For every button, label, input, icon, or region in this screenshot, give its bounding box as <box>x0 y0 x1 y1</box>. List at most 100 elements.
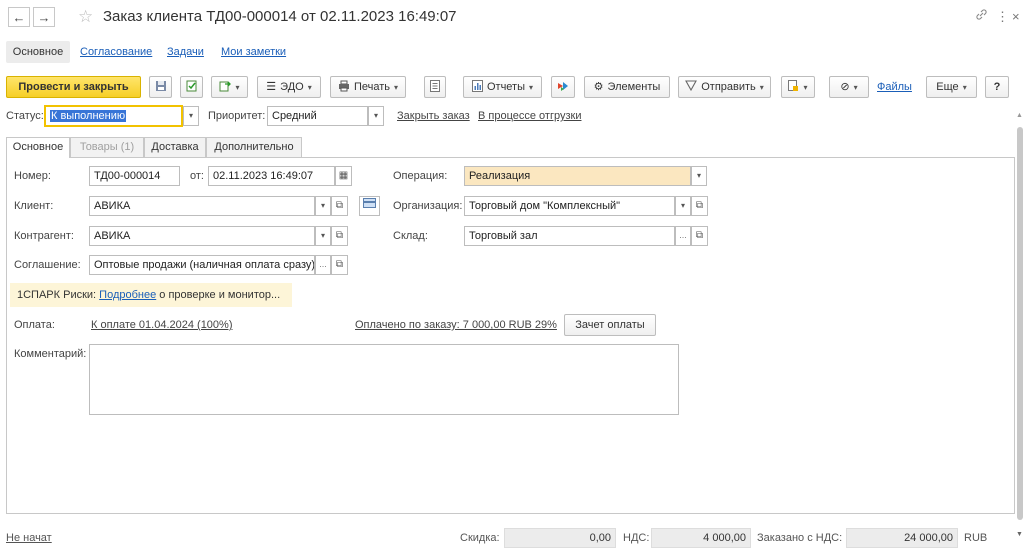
tab-goods[interactable]: Товары (1) <box>70 137 144 157</box>
warehouse-label: Склад: <box>393 230 428 242</box>
print-button[interactable]: Печать ▾ <box>330 76 406 98</box>
elements-button[interactable]: ⚙ Элементы <box>584 76 670 98</box>
section-notes[interactable]: Мои заметки <box>221 41 286 63</box>
scroll-up-arrow-icon[interactable]: ▲ <box>1016 112 1023 119</box>
status-not-started-link[interactable]: Не начат <box>6 529 52 547</box>
scrollbar-thumb[interactable] <box>1017 127 1023 520</box>
scroll-down-arrow-icon[interactable]: ▼ <box>1016 531 1023 538</box>
link-icon[interactable] <box>975 7 988 27</box>
agreement-select-button[interactable]: … <box>315 255 331 275</box>
payment-label: Оплата: <box>14 319 55 331</box>
chevron-down-icon: ▾ <box>759 82 764 92</box>
reports-button[interactable]: Отчеты ▾ <box>463 76 542 98</box>
printer-icon <box>338 80 350 95</box>
post-button[interactable] <box>180 76 203 98</box>
client-dropdown-button[interactable]: ▾ <box>315 196 331 216</box>
organization-open-button[interactable]: ⧉ <box>691 196 708 216</box>
client-field[interactable]: АВИКА <box>89 196 315 216</box>
operation-select[interactable]: Реализация <box>464 166 691 186</box>
comment-textarea[interactable] <box>89 344 679 415</box>
edo-icon: ☰ <box>266 80 277 93</box>
comment-label: Комментарий: <box>14 348 87 360</box>
client-open-button[interactable]: ⧉ <box>331 196 348 216</box>
card-icon <box>363 198 376 211</box>
operation-dropdown-button[interactable]: ▾ <box>691 166 707 186</box>
favorite-star-icon[interactable]: ☆ <box>78 7 93 27</box>
date-label: от: <box>190 170 204 182</box>
gear-icon: ⚙ <box>593 80 604 93</box>
payment-schedule-link[interactable]: К оплате 01.04.2024 (100%) <box>91 315 233 335</box>
warehouse-open-button[interactable]: ⧉ <box>691 226 708 246</box>
arrow-left-icon: ← <box>12 9 26 25</box>
counterparty-label: Контрагент: <box>14 230 74 242</box>
date-field[interactable]: 02.11.2023 16:49:07 <box>208 166 335 186</box>
more-icon[interactable]: ⋮ <box>996 7 1009 27</box>
flow-button[interactable] <box>551 76 575 98</box>
agreement-open-button[interactable]: ⧉ <box>331 255 348 275</box>
priority-select[interactable]: Средний <box>267 106 368 126</box>
counterparty-dropdown-button[interactable]: ▾ <box>315 226 331 246</box>
section-tasks[interactable]: Задачи <box>167 41 204 63</box>
more-button[interactable]: Еще ▾ <box>926 76 977 98</box>
organization-dropdown-button[interactable]: ▾ <box>675 196 691 216</box>
ordered-with-vat-label: Заказано с НДС: <box>757 532 843 544</box>
document-structure-button[interactable] <box>424 76 446 98</box>
ordered-with-vat-value: 24 000,00 <box>846 528 958 548</box>
warehouse-select-button[interactable]: … <box>675 226 691 246</box>
create-based-icon <box>219 80 232 95</box>
save-button[interactable] <box>149 76 172 98</box>
close-order-link[interactable]: Закрыть заказ <box>397 106 470 126</box>
window-title: Заказ клиента ТД00-000014 от 02.11.2023 … <box>103 8 457 25</box>
section-main[interactable]: Основное <box>6 41 70 63</box>
priority-label: Приоритет: <box>208 110 266 122</box>
discount-label: Скидка: <box>460 532 500 544</box>
chevron-down-icon: ▾ <box>853 82 858 92</box>
counterparty-open-button[interactable]: ⧉ <box>331 226 348 246</box>
shipping-status-link[interactable]: В процессе отгрузки <box>478 106 581 126</box>
risk-suffix: о проверке и монитор... <box>159 289 281 301</box>
edo-button[interactable]: ☰ ЭДО ▾ <box>257 76 321 98</box>
post-document-icon <box>186 80 198 95</box>
number-field[interactable]: ТД00-000014 <box>89 166 180 186</box>
files-link[interactable]: Файлы <box>877 81 912 93</box>
create-based-on-button[interactable]: ▾ <box>211 76 248 98</box>
currency-label: RUB <box>964 532 988 544</box>
forward-button[interactable]: → <box>33 7 55 27</box>
new-document-button[interactable]: ▾ <box>781 76 815 98</box>
chevron-down-icon: ▾ <box>803 82 808 92</box>
help-button[interactable]: ? <box>985 76 1009 98</box>
arrow-right-icon: → <box>37 9 51 25</box>
warehouse-field[interactable]: Торговый зал <box>464 226 675 246</box>
counterparty-field[interactable]: АВИКА <box>89 226 315 246</box>
attach-button[interactable]: ⊘ ▾ <box>829 76 869 98</box>
agreement-field[interactable]: Оптовые продажи (наличная оплата сразу) <box>89 255 315 275</box>
discount-value: 0,00 <box>504 528 616 548</box>
list-document-icon <box>430 79 440 95</box>
calendar-button[interactable]: ▦ <box>335 166 352 186</box>
post-and-close-button[interactable]: Провести и закрыть <box>6 76 141 98</box>
close-icon[interactable]: × <box>1012 7 1020 27</box>
status-label: Статус: <box>6 110 44 122</box>
section-approval[interactable]: Согласование <box>80 41 152 63</box>
tab-additional[interactable]: Дополнительно <box>206 137 302 157</box>
paid-amount-link[interactable]: Оплачено по заказу: 7 000,00 RUB 29% <box>355 315 557 335</box>
status-select[interactable]: К выполнению <box>44 105 183 127</box>
client-card-button[interactable] <box>359 196 380 216</box>
payment-offset-button[interactable]: Зачет оплаты <box>564 314 656 336</box>
status-dropdown-button[interactable]: ▾ <box>183 106 199 126</box>
send-button[interactable]: Отправить ▾ <box>678 76 771 98</box>
tab-delivery[interactable]: Доставка <box>144 137 206 157</box>
vat-value: 4 000,00 <box>651 528 751 548</box>
priority-dropdown-button[interactable]: ▾ <box>368 106 384 126</box>
organization-field[interactable]: Торговый дом "Комплексный" <box>464 196 675 216</box>
open-icon: ⧉ <box>335 200 344 211</box>
back-button[interactable]: ← <box>8 7 30 27</box>
open-icon: ⧉ <box>695 230 704 241</box>
floppy-icon <box>155 80 167 95</box>
risk-details-link[interactable]: Подробнее <box>99 289 156 301</box>
calendar-icon: ▦ <box>338 170 349 181</box>
tab-main[interactable]: Основное <box>6 137 70 158</box>
spark-risk-banner: 1СПАРК Риски: Подробнее о проверке и мон… <box>10 283 292 307</box>
report-icon <box>471 79 483 95</box>
chevron-down-icon: ▾ <box>529 82 534 92</box>
